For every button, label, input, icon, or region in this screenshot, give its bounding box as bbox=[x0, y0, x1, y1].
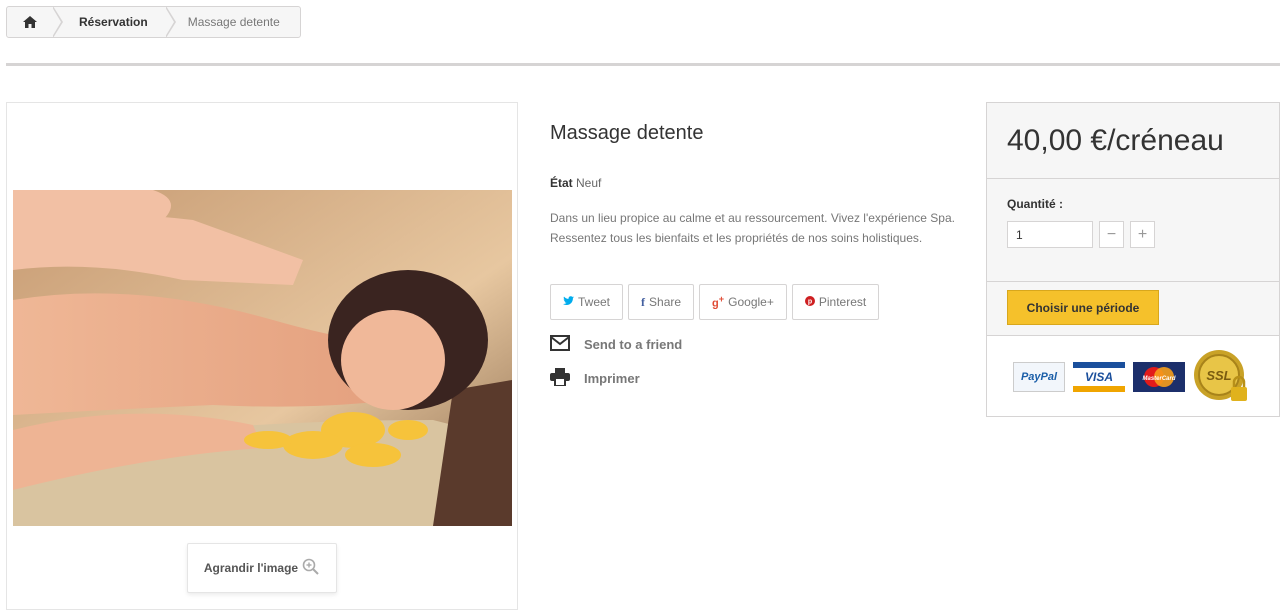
facebook-icon: f bbox=[641, 294, 646, 309]
quantity-input[interactable] bbox=[1007, 221, 1093, 248]
payment-methods: PayPal VISA MasterCard SSL bbox=[1013, 349, 1249, 405]
product-image[interactable] bbox=[13, 190, 512, 526]
paypal-label: PayPal bbox=[1020, 371, 1058, 383]
ssl-seal-icon: SSL bbox=[1193, 349, 1249, 405]
breadcrumb-separator bbox=[164, 6, 176, 38]
send-to-friend-link[interactable]: Send to a friend bbox=[550, 335, 682, 354]
pinterest-icon: p bbox=[804, 295, 815, 309]
buy-box: 40,00 €/créneau Quantité : − + Choisir u… bbox=[986, 102, 1280, 417]
minus-button[interactable]: − bbox=[1099, 221, 1124, 248]
share-label: Share bbox=[649, 295, 682, 309]
google-plus-button[interactable]: g+ Google+ bbox=[699, 284, 787, 320]
send-to-friend-label: Send to a friend bbox=[584, 337, 683, 352]
product-description: Dans un lieu propice au calme et au ress… bbox=[550, 211, 955, 245]
divider bbox=[6, 63, 1280, 66]
envelope-icon bbox=[550, 335, 570, 354]
zoom-in-icon bbox=[302, 558, 320, 579]
home-icon[interactable] bbox=[7, 7, 53, 37]
mastercard-logo: MasterCard bbox=[1133, 362, 1185, 392]
quantity-label: Quantité : bbox=[1007, 197, 1063, 211]
svg-text:p: p bbox=[808, 299, 812, 306]
quantity-stepper: − + bbox=[1007, 221, 1279, 248]
mastercard-label: MasterCard bbox=[1142, 376, 1175, 382]
tweet-label: Tweet bbox=[578, 295, 611, 309]
cart-area: Choisir une période bbox=[987, 282, 1279, 336]
condition-label: État bbox=[550, 176, 573, 190]
breadcrumb-link-reservation[interactable]: Réservation bbox=[63, 7, 166, 37]
plus-button[interactable]: + bbox=[1130, 221, 1155, 248]
condition-value: Neuf bbox=[576, 176, 602, 190]
print-label: Imprimer bbox=[584, 371, 640, 386]
print-link[interactable]: Imprimer bbox=[550, 368, 640, 389]
choose-period-button[interactable]: Choisir une période bbox=[1007, 290, 1159, 325]
product-condition: État Neuf bbox=[550, 176, 601, 190]
pinterest-button[interactable]: p Pinterest bbox=[791, 284, 880, 320]
breadcrumb: Réservation Massage detente bbox=[6, 6, 301, 38]
visa-logo: VISA bbox=[1073, 362, 1125, 392]
paypal-logo: PayPal bbox=[1013, 362, 1065, 392]
tweet-button[interactable]: Tweet bbox=[550, 284, 624, 320]
twitter-icon bbox=[563, 295, 574, 309]
price-area: 40,00 €/créneau bbox=[987, 103, 1279, 179]
zoom-label: Agrandir l'image bbox=[203, 561, 299, 575]
pinterest-label: Pinterest bbox=[818, 295, 867, 309]
google-plus-icon: g+ bbox=[712, 294, 725, 310]
printer-icon bbox=[550, 368, 570, 389]
google-plus-label: Google+ bbox=[728, 295, 774, 309]
quantity-area: Quantité : − + bbox=[987, 179, 1279, 282]
product-image-panel: Agrandir l'image bbox=[6, 102, 518, 610]
product-price: 40,00 €/créneau bbox=[1007, 123, 1224, 157]
product-title: Massage detente bbox=[550, 122, 704, 144]
social-share-buttons: Tweet f Share g+ Google+ p Pinterest bbox=[550, 284, 880, 320]
zoom-image-button[interactable]: Agrandir l'image bbox=[187, 543, 337, 593]
breadcrumb-separator bbox=[52, 6, 63, 38]
share-button[interactable]: f Share bbox=[628, 284, 695, 320]
visa-label: VISA bbox=[1084, 370, 1113, 384]
ssl-label: SSL bbox=[1206, 368, 1231, 383]
breadcrumb-current: Massage detente bbox=[187, 15, 280, 29]
